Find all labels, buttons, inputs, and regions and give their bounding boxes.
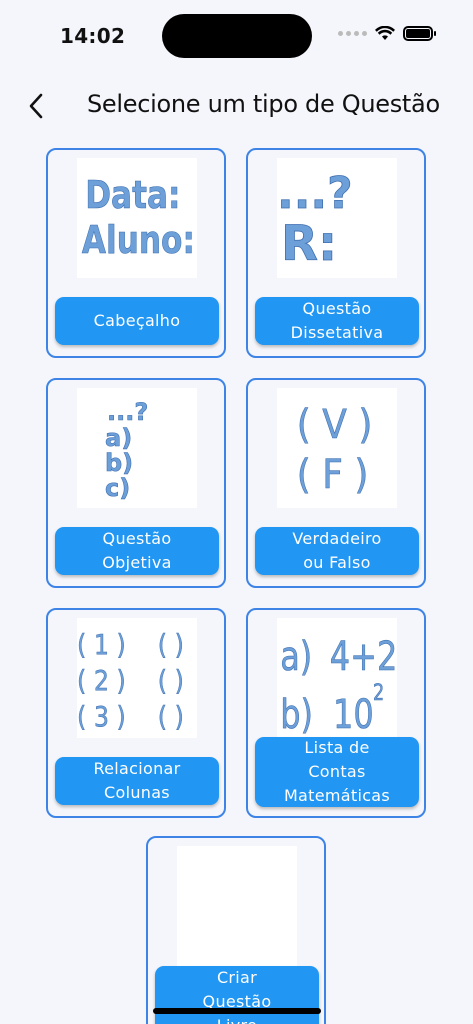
card-lista-contas-matematicas[interactable]: a) 4+2 b) 10 2 Lista de Contas Matemátic… (246, 608, 426, 818)
card-questao-dissetativa[interactable]: ...? R: Questão Dissetativa (246, 148, 426, 358)
card-thumbnail: ( 1 ) ( ) ( 2 ) ( ) ( 3 ) ( ) (77, 618, 197, 738)
thumb-text: ( V ) (297, 401, 373, 447)
card-label: Criar Questão Livre (202, 968, 272, 1024)
thumb-text: b) (280, 690, 313, 737)
page-title: Selecione um tipo de Questão (87, 90, 440, 118)
thumb-text: ( 3 ) (77, 701, 126, 733)
thumb-text: ( 1 ) (77, 629, 126, 661)
thumb-text: b) (105, 449, 133, 477)
essay-thumbnail-graphic: ...? R: (277, 168, 353, 273)
card-thumbnail (177, 846, 297, 966)
header: Selecione um tipo de Questão (0, 80, 473, 130)
signal-dots-icon (338, 31, 367, 36)
card-criar-questao-livre[interactable]: Criar Questão Livre (146, 836, 326, 1024)
card-label: Verdadeiro ou Falso (292, 529, 382, 572)
card-thumbnail: ...? R: (277, 158, 397, 278)
card-relacionar-colunas[interactable]: ( 1 ) ( ) ( 2 ) ( ) ( 3 ) ( ) Relacionar… (46, 608, 226, 818)
card-label: Relacionar Colunas (93, 759, 181, 802)
card-cabecalho[interactable]: Data: Aluno: Cabeçalho (46, 148, 226, 358)
wifi-icon (375, 26, 395, 40)
card-label: Cabeçalho (93, 311, 181, 330)
true-false-thumbnail-graphic: ( V ) ( F ) (297, 401, 373, 498)
card-verdadeiro-falso[interactable]: ( V ) ( F ) Verdadeiro ou Falso (246, 378, 426, 588)
thumb-text: ( ) (158, 629, 184, 661)
card-label-button[interactable]: Questão Objetiva (55, 527, 219, 575)
thumb-text: ...? (277, 168, 353, 219)
card-thumbnail: ( V ) ( F ) (277, 388, 397, 508)
header-thumbnail-graphic: Data: Aluno: (82, 174, 196, 263)
math-thumbnail-graphic: a) 4+2 b) 10 2 (280, 632, 397, 738)
status-time: 14:02 (60, 24, 126, 48)
card-label: Lista de Contas Matemáticas (283, 738, 391, 805)
thumb-text: Data: (85, 174, 180, 218)
battery-icon (403, 26, 436, 41)
card-label-button[interactable]: Relacionar Colunas (55, 757, 219, 805)
thumb-text: 2 (373, 680, 384, 705)
card-thumbnail: a) 4+2 b) 10 2 (277, 618, 397, 738)
thumb-text: a) (280, 632, 312, 679)
card-label-button[interactable]: Questão Dissetativa (255, 297, 419, 345)
thumb-text: a) (105, 424, 132, 452)
thumb-text: ( F ) (297, 451, 369, 497)
back-button[interactable] (18, 88, 54, 124)
thumb-text: R: (281, 216, 337, 272)
card-thumbnail: Data: Aluno: (77, 158, 197, 278)
thumb-text: Aluno: (82, 219, 195, 263)
card-label-button[interactable]: Cabeçalho (55, 297, 219, 345)
home-indicator[interactable] (153, 1008, 321, 1014)
card-questao-objetiva[interactable]: ...? a) b) c) Questão Objetiva (46, 378, 226, 588)
status-bar: 14:02 (0, 0, 473, 72)
card-label: Questão Objetiva (102, 529, 172, 572)
card-label-button[interactable]: Verdadeiro ou Falso (255, 527, 419, 575)
card-label: Questão Dissetativa (290, 299, 384, 342)
match-columns-thumbnail-graphic: ( 1 ) ( ) ( 2 ) ( ) ( 3 ) ( ) (77, 629, 184, 734)
thumb-text: ( 2 ) (77, 665, 126, 697)
card-label-button[interactable]: Lista de Contas Matemáticas (255, 737, 419, 807)
card-thumbnail: ...? a) b) c) (77, 388, 197, 508)
thumb-text: ...? (107, 398, 148, 426)
objective-thumbnail-graphic: ...? a) b) c) (105, 398, 149, 503)
thumb-text: 10 (333, 690, 374, 737)
card-label-button[interactable]: Criar Questão Livre (155, 966, 319, 1024)
thumb-text: c) (105, 474, 130, 502)
status-icons (338, 26, 436, 41)
thumb-text: ( ) (158, 665, 184, 697)
chevron-left-icon (29, 93, 43, 119)
dynamic-island (162, 14, 312, 58)
thumb-text: 4+2 (330, 632, 397, 679)
thumb-text: ( ) (158, 701, 184, 733)
